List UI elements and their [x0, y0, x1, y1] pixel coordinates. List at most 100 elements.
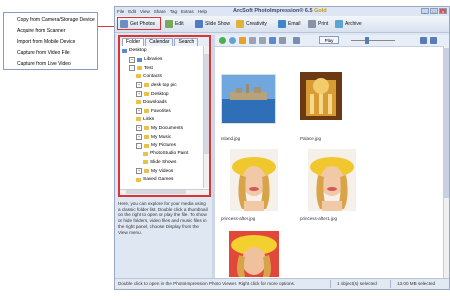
tree-node[interactable]: Slide Shows: [143, 160, 176, 165]
folder-icon: [136, 177, 141, 182]
expand-icon[interactable]: +: [136, 125, 142, 132]
menu-view[interactable]: View: [140, 9, 150, 14]
zoom-slider-knob[interactable]: [365, 37, 369, 44]
play-button[interactable]: Play: [319, 36, 339, 44]
folder-icon: [122, 48, 127, 53]
thumbnail-princess-after1[interactable]: [308, 149, 356, 211]
edit-button[interactable]: Edit: [165, 19, 184, 29]
thumbnail-caption: princess-after.jpg: [221, 216, 256, 221]
tree-node[interactable]: + Favorites: [136, 108, 171, 115]
thumbnail-caption: princess-after1.jpg: [300, 216, 338, 221]
close-button[interactable]: x: [439, 8, 447, 14]
thumbnail-princess-before[interactable]: [229, 231, 279, 277]
menu-tag[interactable]: Tag: [170, 9, 177, 14]
thumbnail-scrollbar[interactable]: [443, 46, 449, 285]
printer-icon: [308, 20, 316, 28]
folder-icon: [143, 151, 148, 156]
thumbnail-panel: Play Island.jpg Palace.jpg princess-afte…: [215, 35, 449, 285]
tree-horizontal-scrollbar[interactable]: [120, 189, 209, 195]
expand-icon[interactable]: +: [136, 168, 142, 175]
menu-item-import-from-mobile[interactable]: Import from Mobile Device: [17, 39, 75, 45]
island-image: [222, 75, 275, 123]
tree-node[interactable]: PhotoStudio Paint: [143, 151, 188, 156]
tab-calendar[interactable]: Calendar: [145, 38, 174, 46]
expand-icon[interactable]: +: [136, 91, 142, 97]
tree-node[interactable]: - My Pictures: [136, 142, 176, 149]
tree-node[interactable]: Desktop: [122, 48, 147, 53]
tree-node[interactable]: + desk top pic: [136, 82, 177, 89]
tree-node-label: Libraries: [144, 57, 163, 63]
tree-node[interactable]: - Test: [129, 65, 153, 72]
help-text: Here, you can explore for your media usi…: [118, 201, 208, 235]
slideshow-icon: [195, 20, 203, 28]
menu-edit[interactable]: Edit: [128, 9, 136, 14]
creativity-button[interactable]: Creativity: [236, 19, 267, 29]
expand-icon[interactable]: +: [129, 56, 135, 63]
status-selected-count: 1 object(s) selected: [337, 281, 377, 286]
menu-share[interactable]: Share: [154, 9, 166, 14]
menu-file[interactable]: File: [117, 9, 124, 14]
collapse-icon[interactable]: -: [129, 65, 135, 72]
rotate-icon[interactable]: [269, 37, 276, 44]
menu-item-copy-from-camera[interactable]: Copy from Camera/Storage Device: [17, 17, 95, 23]
tree-node[interactable]: + Libraries: [129, 56, 163, 63]
tree-node-label: Links: [143, 116, 155, 122]
slide-show-button[interactable]: Slide Show: [195, 19, 230, 29]
get-photos-button[interactable]: Get Photos: [120, 19, 155, 29]
palace-image: [300, 72, 342, 120]
tree-node[interactable]: + My Documents: [136, 125, 183, 132]
tree-vertical-scrollbar[interactable]: [203, 46, 209, 188]
expand-icon[interactable]: +: [136, 82, 142, 89]
menu-item-acquire-from-scanner[interactable]: Acquire from Scanner: [17, 28, 65, 34]
tree-node[interactable]: Downloads: [136, 100, 167, 105]
menu-bar: File Edit View Share Tag Extras Help: [117, 7, 207, 16]
archive-button[interactable]: Archive: [335, 19, 362, 29]
folder-icon: [144, 83, 149, 88]
zoom-slider[interactable]: [351, 37, 395, 44]
view-options-icon[interactable]: [293, 37, 300, 44]
tab-folder[interactable]: Folder: [122, 38, 145, 46]
forward-icon[interactable]: [229, 37, 236, 44]
copy-icon[interactable]: [249, 37, 256, 44]
minimize-button[interactable]: _: [421, 8, 429, 14]
menu-item-capture-from-video-file[interactable]: Capture from Video File: [17, 50, 70, 56]
menu-item-capture-from-live-video[interactable]: Capture from Live Video: [17, 61, 71, 67]
email-button[interactable]: Email: [278, 19, 301, 29]
thumbnail-princess-after[interactable]: [230, 149, 278, 211]
tree-node[interactable]: Saved Games: [136, 177, 173, 182]
tree-node-label: Test: [144, 65, 153, 71]
view-toolbar: Play: [215, 35, 449, 47]
expand-icon[interactable]: +: [136, 108, 142, 115]
folder-icon[interactable]: [239, 37, 246, 44]
tree-node[interactable]: + My Videos: [136, 168, 173, 175]
tree-node[interactable]: Links: [136, 117, 154, 122]
princess-after1-image: [308, 149, 356, 211]
menu-extras[interactable]: Extras: [181, 9, 194, 14]
thumbnail-island[interactable]: [221, 74, 276, 124]
collapse-icon[interactable]: -: [136, 142, 142, 149]
tree-node[interactable]: + My Music: [136, 134, 171, 140]
folder-icon: [144, 92, 149, 96]
maximize-button[interactable]: □: [430, 8, 438, 14]
status-hint: Double click to open in the PhotoImpress…: [118, 281, 296, 286]
expand-icon[interactable]: +: [136, 134, 142, 140]
tree-node[interactable]: Contacts: [136, 74, 162, 79]
folder-icon: [144, 109, 149, 114]
slide-show-label: Slide Show: [205, 21, 231, 27]
tab-search[interactable]: Search: [174, 38, 199, 46]
print-button[interactable]: Print: [308, 19, 328, 29]
menu-help[interactable]: Help: [198, 9, 207, 14]
list-view-icon[interactable]: [430, 37, 437, 44]
folder-icon: [137, 66, 142, 71]
back-icon[interactable]: [219, 37, 226, 44]
tree-node[interactable]: + Desktop: [136, 91, 169, 97]
folder-panel: Folder Calendar Search Desktop + Libraries…: [118, 35, 211, 197]
folder-icon: [136, 100, 141, 105]
delete-icon[interactable]: [279, 37, 286, 44]
folder-icon: [136, 74, 141, 79]
thumbnail-palace[interactable]: [300, 72, 342, 120]
grid-view-icon[interactable]: [420, 37, 427, 44]
status-separator: [390, 280, 391, 288]
paste-icon[interactable]: [259, 37, 266, 44]
tree-node-label: My Music: [151, 134, 172, 140]
